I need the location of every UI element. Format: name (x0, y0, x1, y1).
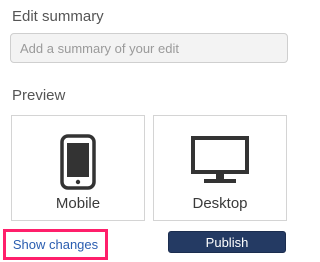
edit-summary-input[interactable] (10, 33, 288, 63)
show-changes-link[interactable]: Show changes (3, 229, 108, 260)
phone-icon (12, 134, 144, 190)
monitor-icon (154, 134, 286, 186)
edit-summary-label: Edit summary (12, 8, 104, 25)
preview-desktop-button[interactable]: Desktop (153, 115, 287, 221)
publish-button[interactable]: Publish (168, 231, 286, 253)
preview-mobile-button[interactable]: Mobile (11, 115, 145, 221)
preview-mobile-label: Mobile (55, 195, 101, 212)
preview-label: Preview (12, 87, 66, 104)
preview-desktop-label: Desktop (192, 195, 248, 212)
